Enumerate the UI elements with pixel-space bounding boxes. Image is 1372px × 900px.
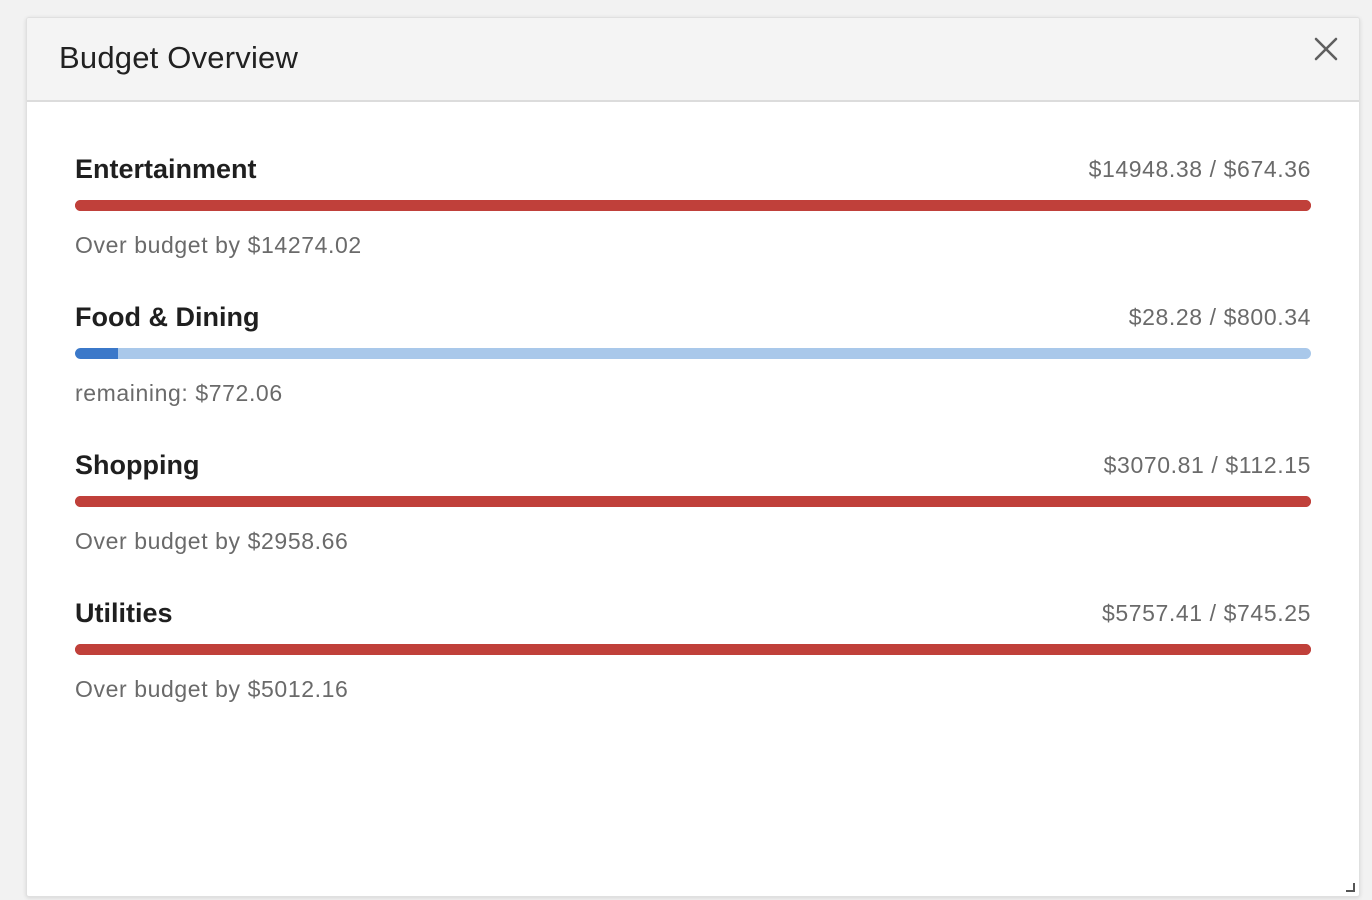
budget-item-header: Utilities $5757.41 / $745.25 bbox=[75, 598, 1311, 628]
budget-item-header: Shopping $3070.81 / $112.15 bbox=[75, 450, 1311, 480]
budget-category-name: Entertainment bbox=[75, 154, 257, 184]
close-icon bbox=[1314, 37, 1338, 61]
budget-item-header: Entertainment $14948.38 / $674.36 bbox=[75, 154, 1311, 184]
budget-progress-bar bbox=[75, 200, 1311, 211]
dialog-title: Budget Overview bbox=[59, 40, 299, 75]
close-button[interactable] bbox=[1309, 32, 1343, 66]
budget-status-text: Over budget by $5012.16 bbox=[75, 676, 349, 702]
budget-amount: $5757.41 / $745.25 bbox=[1101, 600, 1311, 626]
budget-item-utilities: Utilities $5757.41 / $745.25 Over budget… bbox=[75, 546, 1311, 702]
budget-item-food-dining: Food & Dining $28.28 / $800.34 remaining… bbox=[75, 250, 1311, 406]
budget-progress-fill bbox=[75, 496, 1311, 507]
budget-amount: $14948.38 / $674.36 bbox=[1088, 156, 1311, 182]
budget-item-entertainment: Entertainment $14948.38 / $674.36 Over b… bbox=[75, 102, 1311, 258]
budget-category-name: Utilities bbox=[75, 598, 173, 628]
budget-progress-fill bbox=[75, 644, 1311, 655]
budget-category-name: Food & Dining bbox=[75, 302, 260, 332]
dialog-header: Budget Overview bbox=[27, 18, 1359, 102]
resize-handle-icon[interactable] bbox=[1345, 882, 1355, 892]
budget-amount: $28.28 / $800.34 bbox=[1128, 304, 1311, 330]
budget-item-shopping: Shopping $3070.81 / $112.15 Over budget … bbox=[75, 398, 1311, 554]
budget-amount: $3070.81 / $112.15 bbox=[1103, 452, 1311, 478]
budget-item-header: Food & Dining $28.28 / $800.34 bbox=[75, 302, 1311, 332]
budget-overview-dialog: Budget Overview Entertainment $14948.38 … bbox=[26, 17, 1360, 897]
budget-progress-fill bbox=[75, 348, 119, 359]
budget-list: Entertainment $14948.38 / $674.36 Over b… bbox=[75, 102, 1311, 702]
budget-progress-bar bbox=[75, 644, 1311, 655]
budget-progress-fill bbox=[75, 200, 1311, 211]
budget-progress-bar bbox=[75, 348, 1311, 359]
budget-category-name: Shopping bbox=[75, 450, 200, 480]
budget-progress-bar bbox=[75, 496, 1311, 507]
